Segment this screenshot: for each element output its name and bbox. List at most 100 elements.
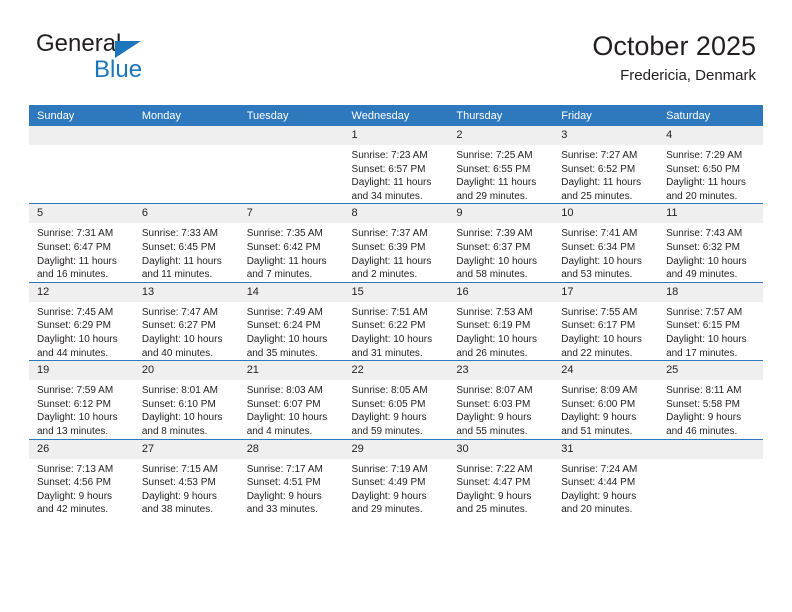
sunset-text: Sunset: 6:15 PM (666, 320, 740, 332)
day-details: Sunrise: 7:41 AM Sunset: 6:34 PM Daylight:… (553, 223, 658, 281)
calendar-day-cell[interactable]: 4 Sunrise: 7:29 AM Sunset: 6:50 PM Daylight… (658, 126, 763, 204)
calendar-day-cell[interactable]: 5 Sunrise: 7:31 AM Sunset: 6:47 PM Daylight… (29, 203, 134, 283)
calendar-day-cell[interactable]: 10 Sunrise: 7:41 AM Sunset: 6:34 PM Dayligh… (553, 203, 659, 283)
calendar-day-cell[interactable]: 29 Sunrise: 7:19 AM Sunset: 4:49 PM Dayligh… (343, 438, 449, 517)
day-number: 17 (553, 282, 659, 302)
sunset-text: Sunset: 5:58 PM (666, 398, 740, 410)
daylight-text: Daylight: 10 hours and 26 minutes. (456, 333, 537, 359)
calendar-day-cell[interactable]: 9 Sunrise: 7:39 AM Sunset: 6:37 PM Daylight… (448, 203, 554, 283)
calendar-day-cell[interactable]: 3 Sunrise: 7:27 AM Sunset: 6:52 PM Daylight… (553, 126, 659, 204)
sunrise-text: Sunrise: 7:53 AM (456, 306, 533, 318)
general-blue-logo[interactable]: General Blue (36, 30, 266, 94)
day-details: Sunrise: 7:35 AM Sunset: 6:42 PM Daylight:… (239, 223, 344, 281)
daylight-text: Daylight: 9 hours and 38 minutes. (141, 490, 217, 516)
sunrise-text: Sunrise: 8:03 AM (246, 385, 323, 397)
daylight-text: Daylight: 11 hours and 20 minutes. (666, 177, 746, 202)
day-number: 29 (343, 439, 449, 459)
sunset-text: Sunset: 6:27 PM (141, 320, 216, 332)
calendar-day-cell[interactable]: 1 Sunrise: 7:23 AM Sunset: 6:57 PM Daylight… (343, 126, 449, 204)
calendar-day-cell[interactable]: 13 Sunrise: 7:47 AM Sunset: 6:27 PM Dayligh… (133, 281, 239, 361)
sunset-text: Sunset: 6:17 PM (561, 320, 636, 332)
calendar-grid: Sunday Monday Tuesday Wednesday Thursday… (29, 105, 763, 517)
day-details (239, 145, 344, 149)
sunset-text: Sunset: 6:47 PM (37, 241, 111, 253)
day-number: 10 (553, 204, 659, 224)
day-details: Sunrise: 8:03 AM Sunset: 6:07 PM Daylight:… (239, 380, 344, 438)
calendar-day-cell[interactable]: 28 Sunrise: 7:17 AM Sunset: 4:51 PM Dayligh… (238, 438, 344, 517)
daylight-text: Daylight: 10 hours and 44 minutes. (37, 333, 118, 359)
calendar-day-cell[interactable]: 20 Sunrise: 8:01 AM Sunset: 6:10 PM Dayligh… (133, 360, 239, 439)
calendar-day-cell[interactable]: 30 Sunrise: 7:22 AM Sunset: 4:47 PM Dayligh… (448, 438, 554, 517)
calendar-day-cell[interactable]: 17 Sunrise: 7:55 AM Sunset: 6:17 PM Dayligh… (553, 281, 659, 361)
day-number (133, 126, 239, 145)
calendar-day-cell[interactable]: 6 Sunrise: 7:33 AM Sunset: 6:45 PM Daylight… (133, 203, 239, 283)
calendar-day-cell[interactable]: 15 Sunrise: 7:51 AM Sunset: 6:22 PM Dayligh… (343, 281, 449, 361)
calendar-day-cell[interactable]: 11 Sunrise: 7:43 AM Sunset: 6:32 PM Dayligh… (658, 203, 763, 283)
calendar-day-cell[interactable]: 12 Sunrise: 7:45 AM Sunset: 6:29 PM Dayligh… (29, 281, 134, 361)
calendar-day-cell[interactable]: 23 Sunrise: 8:07 AM Sunset: 6:03 PM Dayligh… (448, 360, 554, 439)
calendar-day-cell[interactable]: 14 Sunrise: 7:49 AM Sunset: 6:24 PM Dayligh… (238, 281, 344, 361)
calendar-day-cell[interactable]: 22 Sunrise: 8:05 AM Sunset: 6:05 PM Dayligh… (343, 360, 449, 439)
sunset-text: Sunset: 6:45 PM (141, 241, 216, 253)
sunset-text: Sunset: 6:55 PM (456, 163, 531, 175)
sunset-text: Sunset: 6:03 PM (456, 398, 531, 410)
calendar-day-cell[interactable]: 19 Sunrise: 7:59 AM Sunset: 6:12 PM Dayligh… (29, 360, 134, 439)
daylight-text: Daylight: 10 hours and 17 minutes. (666, 333, 747, 359)
day-details (658, 459, 763, 463)
sunrise-text: Sunrise: 7:17 AM (246, 463, 323, 475)
sunrise-text: Sunrise: 7:45 AM (37, 306, 114, 318)
sunset-text: Sunset: 6:37 PM (456, 241, 531, 253)
sunrise-text: Sunrise: 8:01 AM (141, 385, 218, 397)
calendar-day-cell[interactable]: 31 Sunrise: 7:24 AM Sunset: 4:44 PM Dayligh… (553, 438, 659, 517)
calendar-day-cell[interactable]: 7 Sunrise: 7:35 AM Sunset: 6:42 PM Daylight… (238, 203, 344, 283)
day-number: 11 (658, 204, 763, 224)
day-number: 9 (448, 204, 554, 224)
day-details: Sunrise: 7:59 AM Sunset: 6:12 PM Daylight:… (29, 380, 134, 438)
sunrise-text: Sunrise: 7:27 AM (561, 150, 638, 161)
day-details: Sunrise: 7:33 AM Sunset: 6:45 PM Daylight:… (134, 223, 239, 281)
sunset-text: Sunset: 6:34 PM (561, 241, 636, 253)
calendar-day-cell[interactable]: 16 Sunrise: 7:53 AM Sunset: 6:19 PM Dayligh… (448, 281, 554, 361)
logo-text-blue: Blue (94, 56, 143, 83)
calendar-day-cell[interactable]: 18 Sunrise: 7:57 AM Sunset: 6:15 PM Dayligh… (658, 281, 763, 361)
sunrise-text: Sunrise: 8:07 AM (456, 385, 533, 397)
day-number: 8 (343, 204, 449, 224)
sunset-text: Sunset: 4:47 PM (456, 477, 531, 489)
daylight-text: Daylight: 11 hours and 25 minutes. (561, 177, 642, 202)
calendar-day-cell[interactable]: 8 Sunrise: 7:37 AM Sunset: 6:39 PM Daylight… (343, 203, 449, 283)
calendar-cell-empty (238, 126, 344, 204)
calendar-day-cell[interactable]: 2 Sunrise: 7:25 AM Sunset: 6:55 PM Daylight… (448, 126, 554, 204)
sunrise-text: Sunrise: 7:29 AM (666, 150, 743, 161)
day-number: 21 (238, 361, 344, 381)
sunrise-text: Sunrise: 8:11 AM (666, 385, 742, 397)
daylight-text: Daylight: 11 hours and 34 minutes. (351, 177, 432, 202)
calendar-day-cell[interactable]: 27 Sunrise: 7:15 AM Sunset: 4:53 PM Dayligh… (133, 438, 239, 517)
calendar-day-cell[interactable]: 25 Sunrise: 8:11 AM Sunset: 5:58 PM Dayligh… (658, 360, 763, 439)
daylight-text: Daylight: 9 hours and 29 minutes. (351, 490, 427, 516)
daylight-text: Daylight: 10 hours and 4 minutes. (246, 412, 328, 437)
day-details: Sunrise: 7:39 AM Sunset: 6:37 PM Daylight:… (448, 223, 553, 281)
calendar-week-row: 5 Sunrise: 7:31 AM Sunset: 6:47 PM Daylight… (29, 203, 763, 283)
day-details: Sunrise: 7:15 AM Sunset: 4:53 PM Daylight:… (134, 459, 239, 517)
daylight-text: Daylight: 9 hours and 20 minutes. (561, 490, 637, 516)
sunset-text: Sunset: 6:50 PM (666, 163, 740, 175)
sunset-text: Sunset: 6:07 PM (246, 398, 321, 410)
sunset-text: Sunset: 6:52 PM (561, 163, 636, 175)
sunset-text: Sunset: 6:57 PM (351, 163, 426, 175)
daylight-text: Daylight: 9 hours and 55 minutes. (456, 412, 532, 437)
day-number (238, 126, 344, 145)
calendar-day-cell[interactable]: 24 Sunrise: 8:09 AM Sunset: 6:00 PM Dayligh… (553, 360, 659, 439)
calendar-week-row: 12 Sunrise: 7:45 AM Sunset: 6:29 PM Dayligh… (29, 281, 763, 361)
day-details: Sunrise: 7:45 AM Sunset: 6:29 PM Daylight:… (29, 302, 134, 360)
calendar-day-cell[interactable]: 21 Sunrise: 8:03 AM Sunset: 6:07 PM Dayligh… (238, 360, 344, 439)
sunrise-text: Sunrise: 7:59 AM (37, 385, 114, 397)
sunrise-text: Sunrise: 7:57 AM (666, 306, 743, 318)
day-number (29, 126, 134, 145)
sunrise-text: Sunrise: 7:49 AM (246, 306, 323, 318)
daylight-text: Daylight: 10 hours and 8 minutes. (141, 412, 223, 437)
sunset-text: Sunset: 6:12 PM (37, 398, 111, 410)
calendar-day-cell[interactable]: 26 Sunrise: 7:13 AM Sunset: 4:56 PM Dayligh… (29, 438, 134, 517)
daylight-text: Daylight: 11 hours and 29 minutes. (456, 177, 537, 202)
sunrise-text: Sunrise: 7:31 AM (37, 228, 114, 240)
day-number: 26 (29, 439, 134, 459)
